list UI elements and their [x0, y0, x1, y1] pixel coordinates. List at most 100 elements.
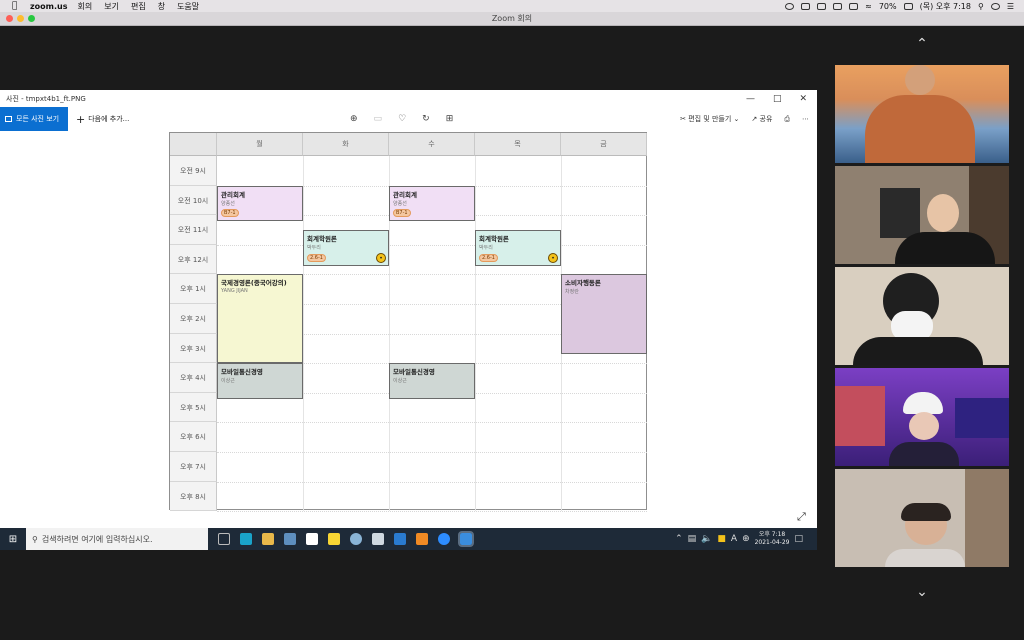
- add-to-button[interactable]: + 다음에 추가...: [76, 113, 129, 126]
- close-icon[interactable]: ✕: [799, 94, 807, 104]
- java-icon[interactable]: [416, 533, 428, 545]
- time-label: 오후 2시: [170, 304, 217, 334]
- time-label: 오전 9시: [170, 156, 217, 186]
- notion-icon[interactable]: [306, 533, 318, 545]
- apple-icon[interactable]: : [12, 1, 22, 11]
- notification-icon[interactable]: □: [794, 534, 803, 544]
- app-status-icon[interactable]: [833, 2, 843, 10]
- participant-video-2[interactable]: [835, 166, 1009, 264]
- class-block[interactable]: 회계학원론 박두리 2.6-1 •: [475, 230, 561, 266]
- menu-clock[interactable]: (목) 오후 7:18: [920, 1, 971, 12]
- class-professor: 이상근: [393, 378, 407, 385]
- menu-view[interactable]: 보기: [104, 1, 119, 12]
- wifi-icon[interactable]: ≈: [865, 2, 872, 11]
- tray-app-icon[interactable]: ■: [717, 534, 726, 544]
- photos-title: 사진 - tmpxt4b1_ft.PNG: [6, 94, 86, 103]
- document-icon[interactable]: [372, 533, 384, 545]
- background-shape: [955, 398, 1009, 438]
- crop-icon[interactable]: ⊞: [446, 114, 454, 124]
- print-icon[interactable]: ⎙: [784, 115, 790, 124]
- files-icon[interactable]: [284, 533, 296, 545]
- close-icon[interactable]: [6, 15, 13, 22]
- class-block[interactable]: 회계학원론 박두리 2.6-1 •: [303, 230, 389, 266]
- maximize-icon[interactable]: □: [773, 94, 782, 104]
- network-icon[interactable]: ▤: [688, 534, 697, 544]
- windows-taskbar: ⊞ ⚲ 검색하려면 여기에 입력하십시오. ⌃ ▤ 🔈 ■ A ⊕ 오후 7:1…: [0, 528, 817, 550]
- zoom-status-icon[interactable]: [801, 2, 811, 10]
- menu-meeting[interactable]: 회의: [77, 1, 92, 12]
- menu-help[interactable]: 도움말: [177, 1, 199, 12]
- edit-create-button[interactable]: ✂ 편집 및 만들기 ⌄: [680, 114, 739, 124]
- favorite-icon[interactable]: ♡: [398, 114, 406, 124]
- background-building: [835, 386, 885, 446]
- class-professor: YANG JIJAN: [221, 288, 248, 295]
- app-menu[interactable]: zoom.us: [30, 2, 67, 11]
- battery-percent: 70%: [878, 1, 897, 11]
- class-name: 회계학원론: [307, 235, 337, 243]
- gallery-down-chevron-icon[interactable]: ⌄: [912, 584, 932, 600]
- browser-icon[interactable]: [350, 533, 362, 545]
- taskbar-date: 2021-04-29: [754, 539, 790, 546]
- add-to-label: 다음에 추가...: [88, 115, 130, 123]
- ime-icon[interactable]: ⊕: [742, 534, 750, 544]
- time-label: 오후 4시: [170, 363, 217, 393]
- day-header: 금: [561, 133, 647, 156]
- file-explorer-icon[interactable]: [262, 533, 274, 545]
- input-language[interactable]: A: [731, 534, 737, 544]
- zoom-icon[interactable]: [438, 533, 450, 545]
- share-button[interactable]: ↗ 공유: [751, 114, 772, 124]
- grid-line: [217, 422, 647, 424]
- class-block[interactable]: 관리회계 양종선 B7-1: [389, 185, 475, 222]
- participant-video-3[interactable]: [835, 267, 1009, 365]
- time-label: 오후 12시: [170, 244, 217, 275]
- spotlight-icon[interactable]: ⚲: [978, 2, 984, 11]
- user-icon[interactable]: [990, 2, 1000, 10]
- volume-icon[interactable]: 🔈: [701, 534, 712, 544]
- rotate-icon[interactable]: ↻: [422, 114, 430, 124]
- menu-edit[interactable]: 편집: [131, 1, 146, 12]
- day-header: 화: [303, 133, 389, 156]
- control-center-icon[interactable]: ☰: [1007, 2, 1014, 11]
- screen-icon[interactable]: [817, 2, 827, 10]
- class-block[interactable]: 소비자행동론 차정란: [561, 274, 647, 355]
- fullscreen-icon[interactable]: [28, 15, 35, 22]
- class-block[interactable]: 국제경영론(중국어강의) YANG JIJAN: [217, 274, 303, 364]
- sticky-notes-icon[interactable]: [328, 533, 340, 545]
- more-icon[interactable]: ⋯: [802, 115, 809, 123]
- edge-icon[interactable]: [240, 533, 252, 545]
- participant-video-1[interactable]: [835, 65, 1009, 163]
- menu-window[interactable]: 창: [158, 1, 165, 12]
- system-tray: ⌃ ▤ 🔈 ■ A ⊕ 오후 7:18 2021-04-29 □: [675, 531, 803, 547]
- grid-line: [217, 244, 647, 246]
- record-icon[interactable]: [785, 2, 795, 10]
- battery-icon[interactable]: [903, 2, 913, 10]
- class-block[interactable]: 관리회계 양종선 B7-1: [217, 185, 303, 222]
- photos-app-icon[interactable]: [458, 531, 474, 547]
- timetable: 월 화 수 목 금 오전 9시 오전 10시 오전 11시 오후 12시 오후 1시 오후 2시 오후…: [169, 132, 647, 513]
- taskbar-clock[interactable]: 오후 7:18 2021-04-29: [755, 531, 790, 547]
- gallery-up-chevron-icon[interactable]: ⌃: [912, 36, 932, 52]
- windows-start-icon[interactable]: ⊞: [0, 534, 26, 545]
- zoom-in-icon[interactable]: ⊕: [350, 114, 358, 124]
- participant-video-5[interactable]: [835, 469, 1009, 567]
- bee-icon: •: [376, 252, 386, 263]
- class-block[interactable]: 모바일통신경영 이상근: [389, 363, 475, 399]
- task-view-icon[interactable]: [218, 533, 230, 545]
- time-label: 오전 11시: [170, 215, 217, 245]
- minimize-icon[interactable]: [17, 15, 24, 22]
- search-placeholder: 검색하려면 여기에 입력하십시오.: [41, 534, 153, 544]
- delete-icon[interactable]: ▭: [374, 114, 383, 124]
- taskbar-search[interactable]: ⚲ 검색하려면 여기에 입력하십시오.: [26, 528, 208, 550]
- bee-icon: •: [548, 252, 558, 263]
- minimize-icon[interactable]: —: [746, 94, 755, 104]
- tray-expand-icon[interactable]: ⌃: [675, 534, 683, 544]
- participant-video-4[interactable]: [835, 368, 1009, 466]
- bluetooth-icon[interactable]: [849, 2, 859, 10]
- class-block[interactable]: 모바일통신경영 이상근: [217, 363, 303, 399]
- participant-face: [927, 194, 959, 232]
- all-photos-button[interactable]: 모든 사진 보기: [0, 107, 68, 131]
- expand-icon[interactable]: ⤢: [797, 510, 806, 524]
- photo-icon: [5, 116, 12, 122]
- grid-column-line: [475, 156, 476, 511]
- vscode-icon[interactable]: [394, 533, 406, 545]
